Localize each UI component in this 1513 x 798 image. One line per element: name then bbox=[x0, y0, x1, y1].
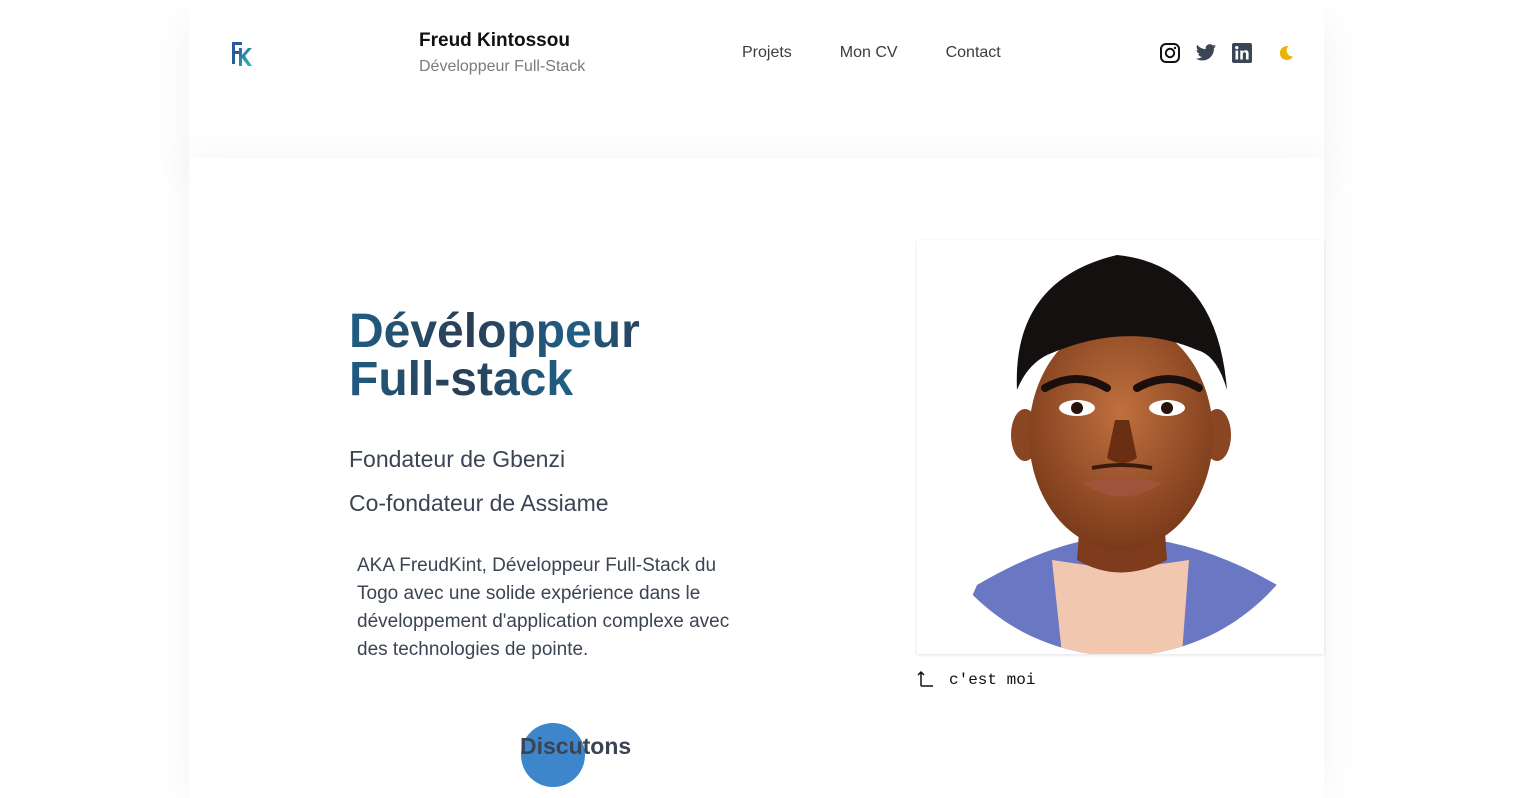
photo-caption: c'est moi bbox=[917, 670, 1035, 690]
nav-projets[interactable]: Projets bbox=[742, 44, 792, 62]
social-links bbox=[1159, 42, 1297, 64]
hero-description: AKA FreudKint, Développeur Full-Stack du… bbox=[357, 555, 730, 660]
hero-title: Dévéloppeur Full-stack bbox=[349, 308, 640, 404]
role-cofounder: Co-fondateur de Assiame bbox=[349, 490, 609, 516]
moon-icon[interactable] bbox=[1275, 42, 1297, 64]
caption-text: c'est moi bbox=[949, 671, 1036, 689]
main-nav: Projets Mon CV Contact bbox=[742, 44, 1001, 62]
logo-icon[interactable] bbox=[230, 40, 254, 68]
arrow-up-left-icon bbox=[917, 670, 933, 687]
site-header: Freud Kintossou Développeur Full-Stack P… bbox=[189, 0, 1324, 158]
linkedin-icon[interactable] bbox=[1231, 42, 1253, 64]
cta-button[interactable]: Discutons bbox=[520, 733, 631, 760]
twitter-icon[interactable] bbox=[1195, 42, 1217, 64]
profile-photo bbox=[917, 240, 1324, 654]
hero-section: Dévéloppeur Full-stack Fondateur de Gben… bbox=[189, 158, 1324, 798]
role-founder: Fondateur de Gbenzi bbox=[349, 446, 566, 472]
portrait-illustration bbox=[917, 240, 1324, 654]
hero-title-line1: Dévéloppeur bbox=[349, 305, 640, 358]
nav-mon-cv[interactable]: Mon CV bbox=[840, 44, 898, 62]
nav-contact[interactable]: Contact bbox=[946, 44, 1001, 62]
hero-title-line2: Full-stack bbox=[349, 353, 574, 406]
brand-subtitle: Développeur Full-Stack bbox=[419, 58, 586, 75]
instagram-icon[interactable] bbox=[1159, 42, 1181, 64]
brand-name[interactable]: Freud Kintossou bbox=[419, 30, 570, 52]
